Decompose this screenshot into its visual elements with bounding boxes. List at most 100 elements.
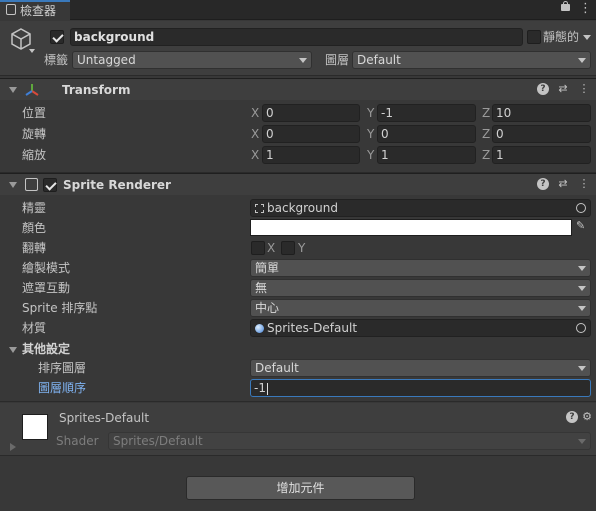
sort-point-value: 中心 [255,301,280,315]
context-menu-icon[interactable]: ⋮ [578,178,590,190]
scale-label: 縮放 [22,148,47,162]
transform-body: 位置 X 0 Y -1 Z 10 旋轉 X 0 Y 0 Z 0 縮放 X 1 Y… [0,101,596,173]
chevron-down-icon [578,366,586,371]
chevron-down-icon [578,286,586,291]
rotation-x-field[interactable]: 0 [262,125,360,143]
static-dropdown-arrow[interactable] [583,35,591,40]
draw-mode-value: 簡單 [255,261,280,275]
sprite-renderer-icon [25,178,38,191]
flip-x-checkbox[interactable] [251,241,265,255]
transform-title: Transform [62,83,131,97]
sorting-layer-label: 排序圖層 [38,361,87,375]
tab-inspector[interactable]: 檢查器 [0,0,70,20]
chevron-down-icon [578,306,586,311]
mask-interaction-label: 遮罩互動 [22,281,71,295]
flip-y-checkbox[interactable] [281,241,295,255]
help-icon[interactable]: ? [566,411,578,423]
material-foldout-icon[interactable] [10,443,16,451]
lock-shackle [563,1,568,6]
axis-y-label[interactable]: Y [367,126,374,142]
gear-icon[interactable]: ⚙ [581,411,593,423]
sorting-layer-dropdown[interactable]: Default [250,359,591,377]
axis-x-label[interactable]: X [251,105,259,121]
text-cursor [266,382,268,395]
rotation-z-field[interactable]: 0 [492,125,591,143]
order-in-layer-input[interactable]: -1 [250,379,591,397]
axis-z-label[interactable]: Z [482,147,490,163]
material-object-field[interactable]: Sprites-Default [250,319,591,337]
axis-x-label[interactable]: X [251,147,259,163]
object-name-input[interactable]: background [70,28,523,46]
help-icon[interactable]: ? [537,178,549,190]
sprite-renderer-enabled-checkbox[interactable] [43,178,57,192]
menu-icon[interactable]: ⋮ [579,1,592,17]
chevron-down-icon [578,439,586,444]
material-preview-swatch [22,414,48,440]
add-component-button[interactable]: 增加元件 [186,476,415,500]
help-icon[interactable]: ? [537,83,549,95]
axis-y-label[interactable]: Y [367,147,374,163]
icon-dropdown-arrow[interactable] [29,49,35,53]
sort-point-dropdown[interactable]: 中心 [250,299,591,317]
scale-z-field[interactable]: 1 [492,146,591,164]
scale-x-field[interactable]: 1 [262,146,360,164]
axis-y-label[interactable]: Y [367,105,374,121]
object-picker-icon[interactable] [576,323,586,333]
object-header: background 靜態的 標籤 Untagged 圖層 Default [0,21,596,76]
eyedropper-icon[interactable]: ✎ [576,218,585,234]
axis-x-label[interactable]: X [251,126,259,142]
chevron-down-icon [299,58,307,63]
sprite-asset-icon [255,204,264,213]
sprite-value: background [267,201,338,215]
axis-z-label[interactable]: Z [482,126,490,142]
flip-x-label: X [267,241,276,255]
foldout-arrow-icon[interactable] [9,87,17,93]
inspector-icon [6,4,16,15]
position-x-field[interactable]: 0 [262,104,360,122]
material-value: Sprites-Default [267,321,358,335]
order-in-layer-label: 圖層順序 [38,381,87,395]
transform-header[interactable]: Transform ? ⇄ ⋮ [0,78,596,100]
color-swatch[interactable] [250,219,572,236]
layer-label: 圖層 [325,53,350,67]
sorting-layer-value: Default [255,361,299,375]
tab-bar: 檢查器 ⋮ [0,0,596,20]
static-label[interactable]: 靜態的 [543,29,579,45]
transform-axes-icon [25,84,39,96]
scale-y-field[interactable]: 1 [377,146,476,164]
axis-z-label[interactable]: Z [482,105,490,121]
additional-settings-label[interactable]: 其他設定 [22,341,70,357]
add-component-label: 增加元件 [276,481,325,495]
foldout-arrow-icon[interactable] [9,182,17,188]
shader-value: Sprites/Default [113,434,203,448]
tab-label: 檢查器 [20,4,57,18]
sprite-object-field[interactable]: background [250,199,591,217]
tag-label: 標籤 [44,53,69,67]
material-label: 材質 [22,321,47,335]
sort-point-label: Sprite 排序點 [22,301,98,315]
position-z-field[interactable]: 10 [492,104,591,122]
layer-dropdown[interactable]: Default [352,51,591,69]
shader-dropdown: Sprites/Default [108,432,591,450]
mask-interaction-dropdown[interactable]: 無 [250,279,591,297]
sprite-renderer-title: Sprite Renderer [63,178,171,192]
position-y-field[interactable]: -1 [377,104,476,122]
sprite-renderer-header[interactable]: Sprite Renderer ? ⇄ ⋮ [0,173,596,195]
shader-label: Shader [56,434,99,448]
context-menu-icon[interactable]: ⋮ [578,83,590,95]
gameobject-cube-icon [11,28,31,50]
color-label: 顏色 [22,221,47,235]
additional-settings-foldout-icon[interactable] [9,347,17,353]
preset-icon[interactable]: ⇄ [557,178,569,190]
rotation-label: 旋轉 [22,127,47,141]
draw-mode-label: 繪製模式 [22,261,71,275]
preset-icon[interactable]: ⇄ [557,83,569,95]
static-checkbox[interactable] [527,30,541,44]
draw-mode-dropdown[interactable]: 簡單 [250,259,591,277]
order-in-layer-value: -1 [254,381,266,395]
object-picker-icon[interactable] [576,203,586,213]
sprite-label: 精靈 [22,201,47,215]
active-checkbox[interactable] [50,30,64,44]
rotation-y-field[interactable]: 0 [377,125,476,143]
tag-dropdown[interactable]: Untagged [72,51,312,69]
